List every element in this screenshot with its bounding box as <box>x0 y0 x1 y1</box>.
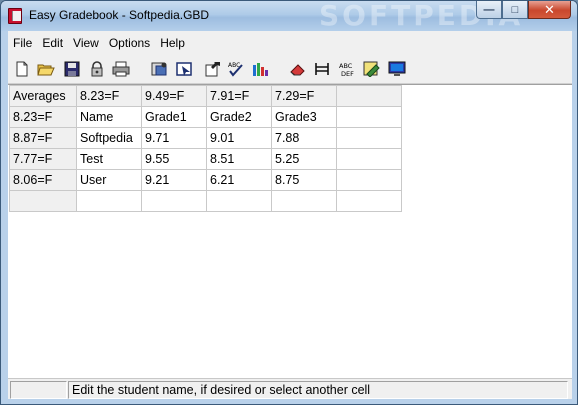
title-bar[interactable]: SOFTPEDIA Easy Gradebook - Softpedia.GBD… <box>1 1 577 32</box>
monitor-icon[interactable] <box>388 60 406 78</box>
columns-icon[interactable] <box>313 60 331 78</box>
row-average-cell[interactable]: 8.23=F <box>9 106 77 128</box>
save-icon[interactable] <box>63 60 81 78</box>
select-icon[interactable] <box>176 60 194 78</box>
grid-cell[interactable] <box>206 190 272 212</box>
table-row: 8.23=F Name Grade1 Grade2 Grade3 <box>9 106 402 128</box>
gradebook-grid: Averages 8.23=F 9.49=F 7.91=F 7.29=F 8.2… <box>9 85 402 212</box>
eraser-icon[interactable] <box>289 60 307 78</box>
grid-cell[interactable] <box>336 127 402 149</box>
grid-cell[interactable]: Grade1 <box>141 106 207 128</box>
grid-cell[interactable] <box>141 190 207 212</box>
menu-edit[interactable]: Edit <box>37 36 68 50</box>
close-button[interactable]: ✕ <box>528 1 571 19</box>
status-pane-left <box>10 381 67 399</box>
grid-cell[interactable]: Test <box>76 148 142 170</box>
spellcheck-icon[interactable]: ABC <box>227 60 245 78</box>
svg-text:ABC: ABC <box>339 62 353 70</box>
grid-cell[interactable] <box>336 190 402 212</box>
averages-row: Averages 8.23=F 9.49=F 7.91=F 7.29=F <box>9 85 402 107</box>
toolbar: ABC ABC DEF <box>8 55 572 84</box>
grid-cell[interactable]: 9.21 <box>141 169 207 191</box>
column-average-cell[interactable]: 7.91=F <box>206 85 272 107</box>
minimize-button[interactable]: — <box>476 1 502 19</box>
export-icon[interactable] <box>204 60 222 78</box>
menu-options[interactable]: Options <box>104 36 155 50</box>
status-message: Edit the student name, if desired or sel… <box>68 381 568 399</box>
grid-cell[interactable]: 8.75 <box>271 169 337 191</box>
grid-cell[interactable]: 5.25 <box>271 148 337 170</box>
grid-cell[interactable]: 9.55 <box>141 148 207 170</box>
grid-cell[interactable] <box>336 169 402 191</box>
lock-icon[interactable] <box>88 60 106 78</box>
table-row: 7.77=F Test 9.55 8.51 5.25 <box>9 148 402 170</box>
grid-corner-cell: Averages <box>9 85 77 107</box>
print-icon[interactable] <box>112 60 130 78</box>
grid-cell[interactable]: 9.01 <box>206 127 272 149</box>
caption-buttons: — □ ✕ <box>476 1 571 19</box>
grid-cell[interactable]: 6.21 <box>206 169 272 191</box>
grid-cell[interactable] <box>336 148 402 170</box>
row-average-cell[interactable]: 8.06=F <box>9 169 77 191</box>
row-average-cell[interactable] <box>9 190 77 212</box>
window-title: Easy Gradebook - Softpedia.GBD <box>29 8 210 22</box>
grid-cell[interactable] <box>76 190 142 212</box>
status-bar: Edit the student name, if desired or sel… <box>8 378 572 399</box>
abc-sort-icon[interactable]: ABC DEF <box>338 60 356 78</box>
menu-file[interactable]: File <box>8 36 37 50</box>
app-icon[interactable] <box>8 8 22 24</box>
grid-cell[interactable] <box>336 106 402 128</box>
column-average-cell[interactable]: 7.29=F <box>271 85 337 107</box>
grid-cell[interactable]: Grade2 <box>206 106 272 128</box>
menu-bar: File Edit View Options Help <box>8 31 572 55</box>
grid-cell[interactable]: User <box>76 169 142 191</box>
new-file-icon[interactable] <box>13 60 31 78</box>
grid-cell[interactable]: 9.71 <box>141 127 207 149</box>
chart-icon[interactable] <box>251 60 269 78</box>
menu-help[interactable]: Help <box>155 36 190 50</box>
row-average-cell[interactable]: 7.77=F <box>9 148 77 170</box>
column-average-cell[interactable]: 9.49=F <box>141 85 207 107</box>
column-average-cell[interactable] <box>336 85 402 107</box>
table-row: 8.06=F User 9.21 6.21 8.75 <box>9 169 402 191</box>
grid-cell[interactable]: Name <box>76 106 142 128</box>
gradebook-grid-area: Averages 8.23=F 9.49=F 7.91=F 7.29=F 8.2… <box>8 84 572 378</box>
column-average-cell[interactable]: 8.23=F <box>76 85 142 107</box>
grid-cell[interactable]: Softpedia <box>76 127 142 149</box>
table-row: 8.87=F Softpedia 9.71 9.01 7.88 <box>9 127 402 149</box>
grid-cell[interactable]: Grade3 <box>271 106 337 128</box>
grid-cell[interactable]: 7.88 <box>271 127 337 149</box>
grid-cell[interactable]: 8.51 <box>206 148 272 170</box>
maximize-button[interactable]: □ <box>502 1 528 19</box>
open-folder-icon[interactable] <box>37 60 55 78</box>
table-row <box>9 190 402 212</box>
format-icon[interactable] <box>363 60 381 78</box>
grid-cell[interactable] <box>271 190 337 212</box>
configure-icon[interactable] <box>151 60 169 78</box>
row-average-cell[interactable]: 8.87=F <box>9 127 77 149</box>
svg-text:DEF: DEF <box>341 70 354 77</box>
app-window: SOFTPEDIA Easy Gradebook - Softpedia.GBD… <box>0 0 578 405</box>
menu-view[interactable]: View <box>68 36 104 50</box>
